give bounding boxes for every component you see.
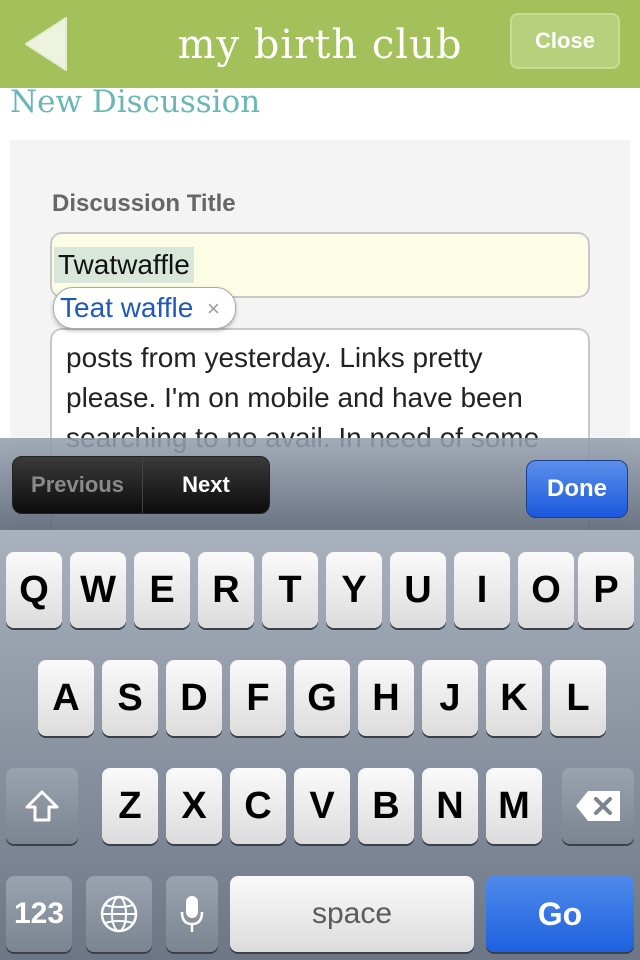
key-h[interactable]: H — [358, 660, 414, 736]
key-u[interactable]: U — [390, 552, 446, 628]
key-o[interactable]: O — [518, 552, 574, 628]
key-s[interactable]: S — [102, 660, 158, 736]
backspace-icon — [576, 791, 620, 821]
discussion-title-label: Discussion Title — [52, 190, 236, 217]
key-g[interactable]: G — [294, 660, 350, 736]
dismiss-icon[interactable]: × — [207, 296, 220, 322]
key-t[interactable]: T — [262, 552, 318, 628]
key-k[interactable]: K — [486, 660, 542, 736]
space-key[interactable]: space — [230, 876, 474, 952]
key-i[interactable]: I — [454, 552, 510, 628]
autocorrect-suggestion: Teat waffle — [60, 292, 194, 323]
key-z[interactable]: Z — [102, 768, 158, 844]
next-button[interactable]: Next — [143, 457, 269, 513]
key-f[interactable]: F — [230, 660, 286, 736]
key-r[interactable]: R — [198, 552, 254, 628]
page-heading: New Discussion — [10, 84, 261, 120]
key-p[interactable]: P — [578, 552, 634, 628]
previous-button[interactable]: Previous — [13, 457, 143, 513]
key-m[interactable]: M — [486, 768, 542, 844]
key-w[interactable]: W — [70, 552, 126, 628]
discussion-title-value[interactable]: Twatwaffle — [54, 247, 194, 283]
key-d[interactable]: D — [166, 660, 222, 736]
key-b[interactable]: B — [358, 768, 414, 844]
close-button[interactable]: Close — [510, 13, 620, 69]
shift-icon — [25, 790, 59, 822]
autocorrect-bubble[interactable]: Teat waffle × — [53, 287, 236, 329]
key-n[interactable]: N — [422, 768, 478, 844]
key-y[interactable]: Y — [326, 552, 382, 628]
globe-icon — [100, 895, 138, 933]
shift-key[interactable] — [6, 768, 78, 844]
key-v[interactable]: V — [294, 768, 350, 844]
go-key[interactable]: Go — [486, 876, 634, 952]
key-x[interactable]: X — [166, 768, 222, 844]
prev-next-segmented-control: Previous Next — [12, 456, 270, 514]
numbers-key[interactable]: 123 — [6, 876, 72, 952]
keyboard: Q W E R T Y U I O P A S D F G H J K L Z … — [0, 530, 640, 960]
microphone-icon — [180, 896, 204, 932]
key-c[interactable]: C — [230, 768, 286, 844]
dictation-key[interactable] — [166, 876, 218, 952]
done-button[interactable]: Done — [526, 460, 628, 518]
key-j[interactable]: J — [422, 660, 478, 736]
key-q[interactable]: Q — [6, 552, 62, 628]
key-l[interactable]: L — [550, 660, 606, 736]
globe-key[interactable] — [86, 876, 152, 952]
backspace-key[interactable] — [562, 768, 634, 844]
key-a[interactable]: A — [38, 660, 94, 736]
key-e[interactable]: E — [134, 552, 190, 628]
